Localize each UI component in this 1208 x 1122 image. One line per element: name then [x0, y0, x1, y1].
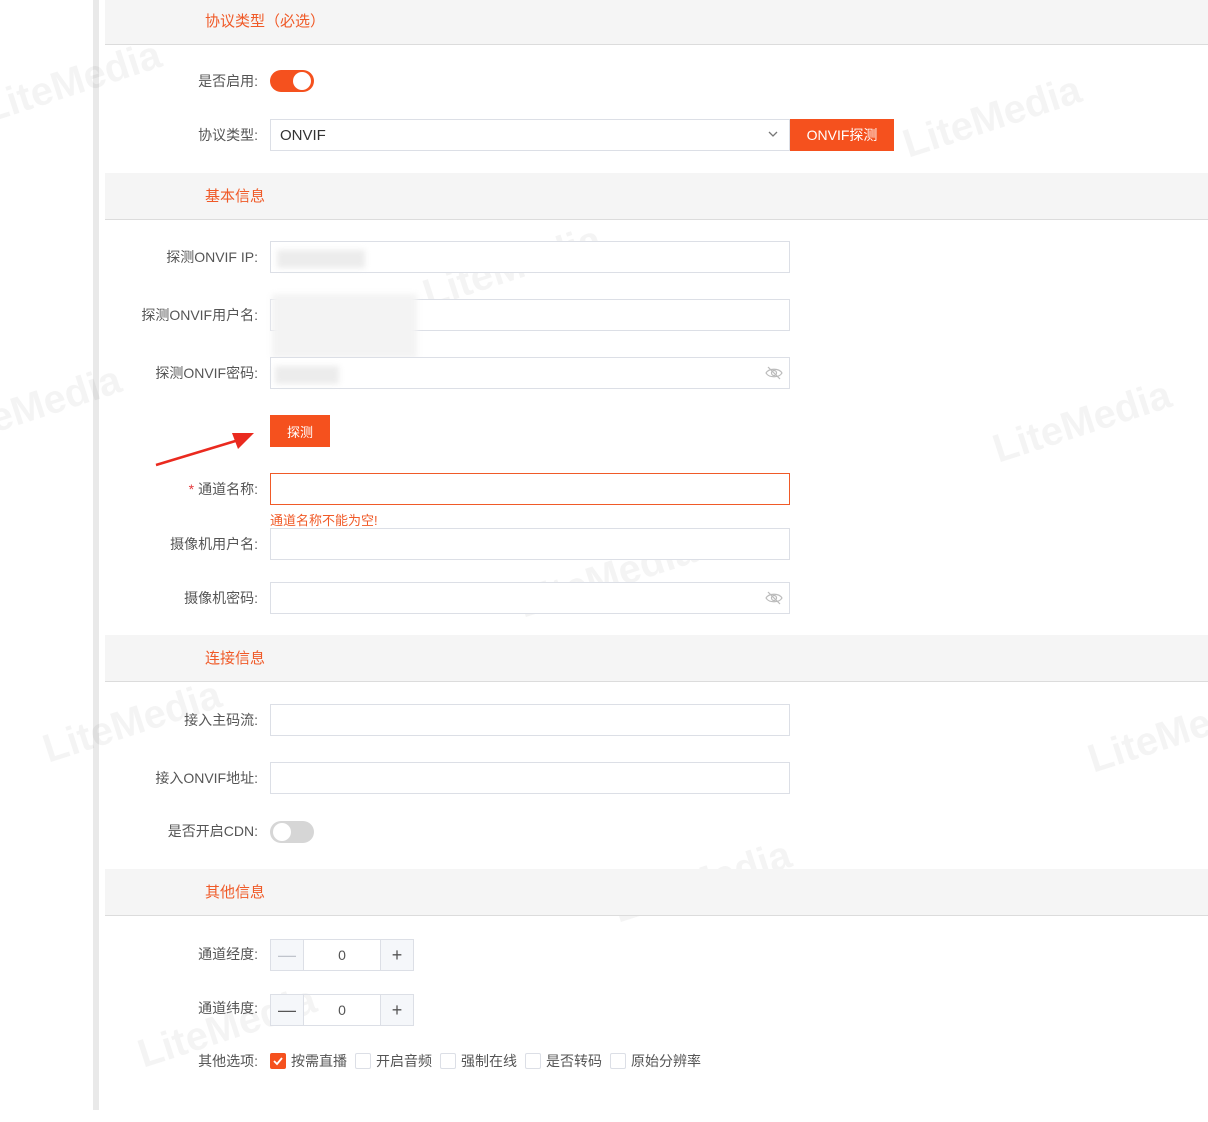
channel-name-label: * 通道名称:	[0, 473, 258, 505]
section-header-basic: 基本信息	[105, 173, 1208, 220]
arrow-annotation-icon	[155, 433, 254, 467]
main-stream-label: 接入主码流:	[184, 712, 258, 728]
camera-password-input[interactable]	[270, 582, 790, 614]
camera-user-input[interactable]	[270, 528, 790, 560]
channel-name-input[interactable]	[270, 473, 790, 505]
watermark: LiteMedia	[988, 373, 1177, 473]
camera-user-label: 摄像机用户名:	[170, 536, 258, 552]
eye-off-icon[interactable]	[765, 590, 783, 606]
probe-ip-input[interactable]	[270, 241, 790, 273]
check-icon	[273, 1057, 283, 1066]
checkbox-box[interactable]	[525, 1053, 541, 1069]
checkbox-box[interactable]	[440, 1053, 456, 1069]
longitude-value[interactable]: 0	[304, 940, 380, 970]
option-on-demand-checkbox[interactable]: 按需直播	[270, 1051, 347, 1071]
redacted-value	[272, 294, 417, 358]
probe-user-label: 探测ONVIF用户名:	[141, 307, 258, 323]
probe-ip-label: 探测ONVIF IP:	[166, 249, 258, 265]
option-label: 原始分辨率	[631, 1053, 701, 1069]
section-header-protocol: 协议类型（必选）	[105, 0, 1208, 45]
enable-toggle[interactable]	[270, 70, 314, 92]
enable-label: 是否启用:	[198, 73, 258, 89]
longitude-label: 通道经度:	[198, 946, 258, 962]
increment-button[interactable]: +	[380, 995, 413, 1025]
redacted-value	[275, 366, 339, 384]
increment-button[interactable]: +	[380, 940, 413, 970]
onvif-address-input[interactable]	[270, 762, 790, 794]
section-title: 基本信息	[205, 188, 266, 205]
redacted-value	[277, 250, 365, 268]
option-original-resolution-checkbox[interactable]: 原始分辨率	[610, 1051, 701, 1071]
probe-button[interactable]: 探测	[270, 415, 330, 447]
section-header-other: 其他信息	[105, 869, 1208, 916]
probe-password-label: 探测ONVIF密码:	[155, 365, 258, 381]
option-label: 开启音频	[376, 1053, 432, 1069]
protocol-type-select[interactable]: ONVIF	[270, 119, 790, 151]
protocol-type-label: 协议类型:	[198, 127, 258, 143]
option-label: 按需直播	[291, 1053, 347, 1069]
cdn-toggle[interactable]	[270, 821, 314, 843]
latitude-stepper[interactable]: — 0 +	[270, 994, 414, 1026]
option-audio-checkbox[interactable]: 开启音频	[355, 1051, 432, 1071]
option-force-online-checkbox[interactable]: 强制在线	[440, 1051, 517, 1071]
section-header-connection: 连接信息	[105, 635, 1208, 682]
section-title: 其他信息	[205, 884, 266, 901]
decrement-button[interactable]: —	[271, 995, 304, 1025]
decrement-button[interactable]: —	[271, 940, 304, 970]
chevron-down-icon	[768, 131, 778, 137]
required-mark: *	[188, 481, 195, 497]
eye-off-icon[interactable]	[765, 365, 783, 381]
toggle-knob	[293, 72, 311, 90]
option-transcode-checkbox[interactable]: 是否转码	[525, 1051, 602, 1071]
camera-password-label: 摄像机密码:	[184, 590, 258, 606]
latitude-value[interactable]: 0	[304, 995, 380, 1025]
checkbox-box[interactable]	[270, 1053, 286, 1069]
cdn-label: 是否开启CDN:	[167, 823, 258, 839]
option-label: 是否转码	[546, 1053, 602, 1069]
onvif-probe-button[interactable]: ONVIF探测	[790, 119, 894, 151]
latitude-label: 通道纬度:	[198, 1000, 258, 1016]
options-checkbox-group: 按需直播 开启音频 强制在线 是否转码 原始分辨率	[270, 1052, 709, 1070]
toggle-knob	[273, 823, 291, 841]
option-label: 强制在线	[461, 1053, 517, 1069]
section-title: 协议类型（必选）	[205, 13, 326, 30]
onvif-address-label: 接入ONVIF地址:	[155, 770, 258, 786]
checkbox-box[interactable]	[610, 1053, 626, 1069]
section-title: 连接信息	[205, 650, 266, 667]
main-stream-input[interactable]	[270, 704, 790, 736]
longitude-stepper[interactable]: — 0 +	[270, 939, 414, 971]
options-label: 其他选项:	[198, 1053, 258, 1069]
channel-name-error: 通道名称不能为空!	[270, 513, 378, 528]
probe-password-input[interactable]	[270, 357, 790, 389]
checkbox-box[interactable]	[355, 1053, 371, 1069]
protocol-type-value: ONVIF	[280, 127, 326, 144]
watermark: LiteMedia	[898, 68, 1087, 168]
channel-name-label-text: 通道名称:	[198, 481, 258, 497]
watermark: LiteMedia	[1083, 683, 1208, 783]
